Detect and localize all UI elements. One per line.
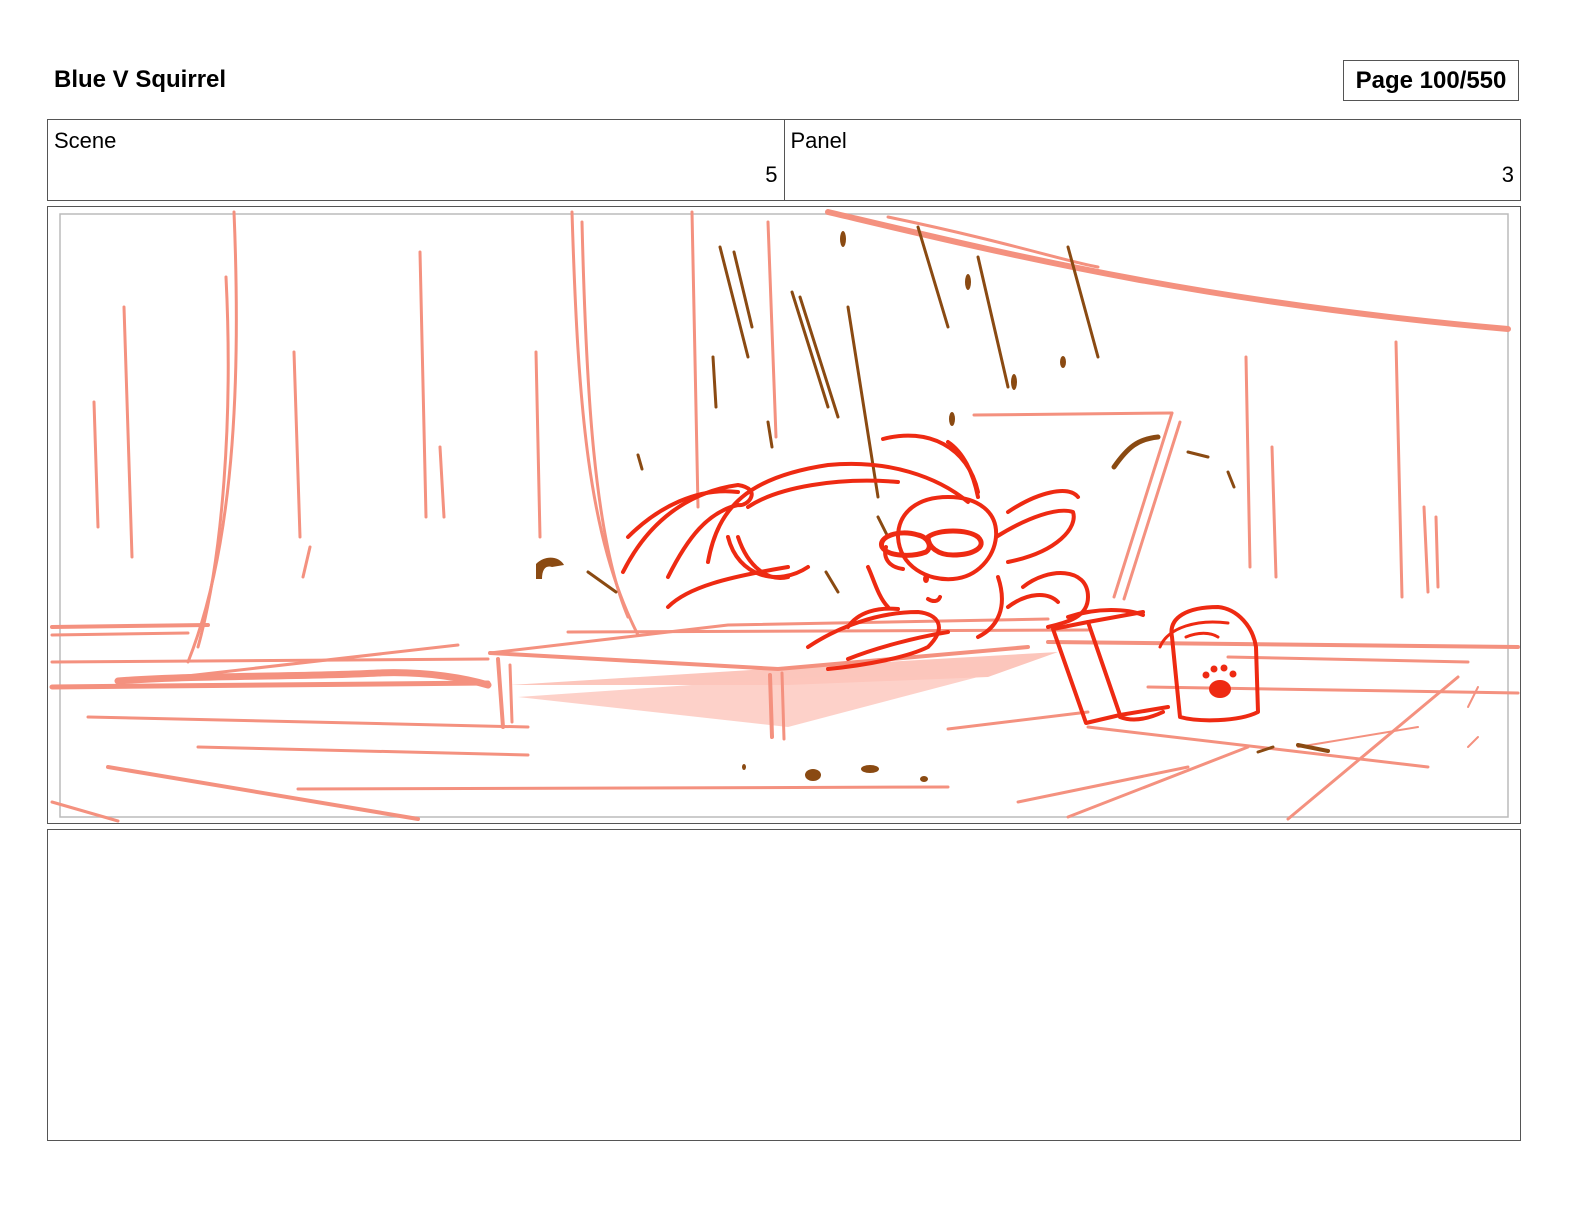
paw-jar <box>1158 605 1260 723</box>
panel-cell: Panel 3 <box>783 120 1521 200</box>
notes-area[interactable] <box>47 829 1521 1141</box>
squirrel-character <box>621 433 1090 671</box>
storyboard-title: Blue V Squirrel <box>54 66 227 93</box>
storyboard-frame <box>47 206 1521 824</box>
background-curtains <box>92 210 1440 664</box>
panel-number: 3 <box>1501 162 1514 187</box>
storyboard-sketch <box>49 209 1520 823</box>
scene-panel-info: Scene 5 Panel 3 <box>47 119 1521 201</box>
scene-number: 5 <box>765 162 778 187</box>
page-indicator: Page 100/550 <box>1343 60 1519 101</box>
scene-cell: Scene 5 <box>48 120 784 200</box>
tipped-box <box>1051 608 1170 725</box>
table <box>488 617 1058 741</box>
panel-label: Panel <box>790 128 847 153</box>
scene-label: Scene <box>54 128 117 153</box>
